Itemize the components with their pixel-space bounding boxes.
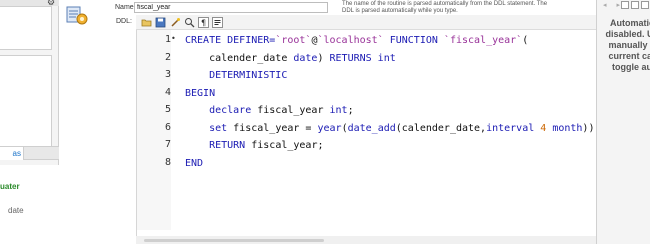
scrollbar-thumb[interactable]: [144, 239, 324, 242]
code-token: month: [552, 122, 583, 134]
code-token: BEGIN: [185, 87, 216, 99]
code-token: set: [185, 122, 234, 134]
code-line: CREATE DEFINER=`root`@`localhost` FUNCTI…: [185, 34, 528, 47]
code-token: 4: [540, 122, 553, 134]
line-number: 2: [164, 51, 171, 63]
code-token: RETURN: [185, 140, 252, 151]
code-token: RETURNS int: [329, 52, 396, 64]
info-object-detail: date: [8, 206, 24, 215]
code-token: `root`: [275, 35, 312, 46]
routine-info-text: The name of the routine is parsed automa…: [342, 1, 548, 14]
left-search-box[interactable]: [0, 6, 52, 50]
line-number: 4: [164, 86, 171, 98]
find-icon[interactable]: [184, 17, 195, 28]
code-token: fiscal_year =: [233, 122, 318, 134]
code-line: declare fiscal_year int;: [185, 104, 354, 117]
code-token: END: [185, 157, 204, 169]
code-token: int: [329, 105, 348, 116]
code-line: END: [185, 157, 203, 170]
ddl-label: DDL:: [116, 18, 132, 25]
code-token: fiscal_year;: [251, 140, 324, 151]
code-token: FUNCTION: [383, 35, 444, 46]
left-tab-strip: as: [0, 146, 59, 160]
code-token: calender_date: [185, 52, 294, 64]
word-wrap-icon[interactable]: [212, 17, 223, 28]
help-auto-icon[interactable]: [631, 1, 639, 9]
context-help-panel: ◂ ▸ Automatic disabled. Us manually g cu…: [596, 0, 650, 244]
code-token: date_add: [347, 122, 396, 134]
code-token: date: [293, 52, 318, 64]
code-token: `localhost`: [317, 35, 384, 46]
code-line: set fiscal_year = year(date_add(calender…: [185, 122, 600, 135]
stored-routine-icon: [66, 6, 88, 25]
line-number: 3: [164, 69, 171, 80]
code-token: year: [317, 122, 342, 134]
help-manual-icon[interactable]: [621, 1, 629, 9]
code-token: ): [317, 52, 330, 64]
code-token: CREATE DEFINER=: [185, 35, 276, 46]
code-token: `fiscal_year`: [443, 35, 523, 46]
left-info-panel: uater date: [0, 165, 59, 244]
line-number: 5: [164, 104, 171, 115]
code-token: declare: [185, 105, 258, 116]
save-icon[interactable]: [155, 17, 166, 28]
fold-marker-icon[interactable]: •: [171, 34, 176, 43]
line-number-gutter: 1 2 3 4 5 6 7 8: [137, 30, 171, 230]
sql-code-editor[interactable]: 1 2 3 4 5 6 7 8 • CREATE DEFINER=`root`@`localh…: [136, 30, 600, 236]
code-token: DETERMINISTIC: [185, 70, 288, 81]
code-token: (calender_date,: [395, 122, 487, 134]
left-object-list[interactable]: [0, 55, 52, 147]
code-line: RETURN fiscal_year;: [185, 139, 323, 152]
tab-schemas[interactable]: as: [0, 147, 24, 160]
code-line: BEGIN: [185, 87, 215, 100]
help-toolbar: [621, 1, 650, 10]
line-number: 8: [164, 156, 171, 168]
editor-toolbar: ¶: [136, 15, 596, 30]
line-number: 7: [164, 139, 171, 150]
code-line: DETERMINISTIC: [185, 69, 287, 82]
line-number: 6: [164, 121, 171, 133]
routine-name-input[interactable]: [134, 2, 328, 13]
left-sidebar-panel: ⚙ as uater date: [0, 0, 59, 244]
help-refresh-icon[interactable]: [641, 1, 649, 9]
line-number: 1: [164, 34, 171, 45]
code-token: fiscal_year: [257, 105, 330, 116]
code-token: (: [522, 35, 529, 46]
invisible-chars-icon[interactable]: ¶: [198, 17, 209, 28]
name-label: Name:: [115, 4, 136, 11]
folder-open-icon[interactable]: [141, 17, 152, 28]
info-object-title: uater: [0, 182, 20, 191]
horizontal-scrollbar[interactable]: [136, 236, 596, 244]
code-line: calender_date date) RETURNS int: [185, 52, 396, 65]
beautify-icon[interactable]: [170, 17, 181, 28]
code-token: ;: [347, 105, 354, 116]
code-token: interval: [486, 122, 541, 134]
svg-text:¶: ¶: [201, 19, 206, 28]
context-help-text: Automatic disabled. Us manually g curren…: [605, 18, 650, 72]
